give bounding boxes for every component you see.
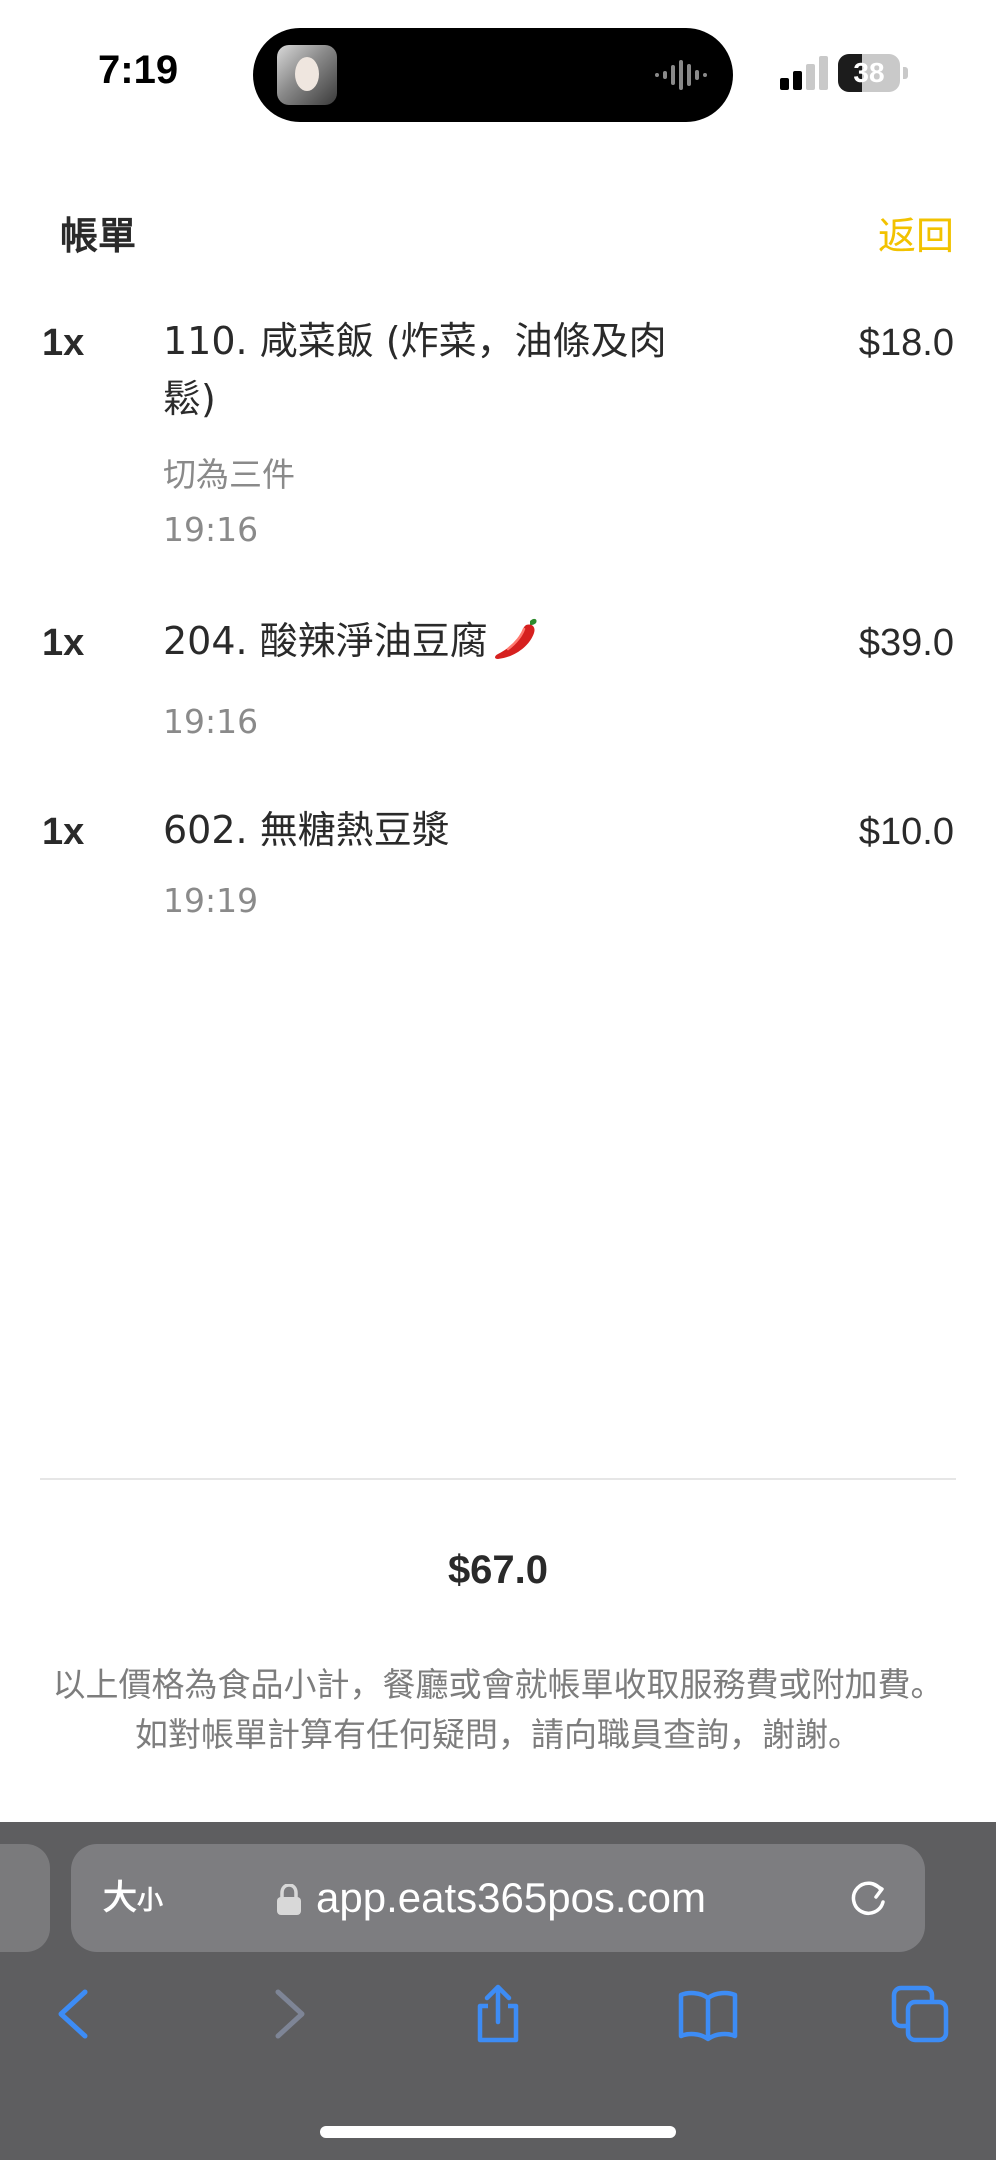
item-quantity: 1x [42, 811, 85, 853]
text-size-button[interactable]: 大小 [103, 1844, 163, 1952]
chevron-left-icon[interactable] [45, 1984, 105, 2044]
text-size-small-label: 小 [137, 1886, 164, 1916]
item-time: 19:16 [163, 702, 259, 741]
item-time: 19:19 [163, 881, 259, 920]
divider [40, 1478, 956, 1480]
battery-level: 38 [853, 57, 885, 88]
status-bar: 7:19 38 [0, 0, 996, 150]
item-price: $18.0 [858, 322, 954, 364]
text-size-large-label: 大 [103, 1878, 137, 1918]
share-icon[interactable] [468, 1984, 528, 2044]
previous-tab-preview[interactable] [0, 1844, 50, 1952]
chili-pepper-icon [494, 618, 537, 659]
dynamic-island[interactable] [253, 28, 733, 122]
home-indicator[interactable] [320, 2126, 676, 2138]
page-title: 帳單 [60, 214, 137, 258]
tabs-icon[interactable] [890, 1984, 950, 2044]
total-amount: $67.0 [447, 1548, 549, 1592]
battery-icon: 38 [838, 54, 910, 92]
book-icon[interactable] [678, 1984, 738, 2044]
back-button[interactable]: 返回 [878, 205, 954, 260]
url-text[interactable]: app.eats365pos.com [316, 1844, 706, 1952]
audio-waveform-icon [655, 60, 707, 90]
now-playing-artwork [277, 45, 337, 105]
item-quantity: 1x [42, 622, 85, 664]
chevron-right-icon[interactable] [258, 1984, 318, 2044]
item-name: 602. 無糖熱豆漿 [163, 808, 450, 852]
browser-toolbar: 大小 app.eats365pos.com [0, 1822, 996, 2160]
lock-icon [277, 1884, 301, 1915]
item-quantity: 1x [42, 322, 85, 364]
status-time: 7:19 [98, 48, 179, 92]
item-time: 19:16 [163, 510, 259, 549]
item-price: $10.0 [858, 811, 954, 853]
reload-icon[interactable] [847, 1876, 891, 1920]
disclaimer-text: 以上價格為食品小計，餐廳或會就帳單收取服務費或附加費。如對帳單計算有任何疑問，請… [52, 1665, 944, 1754]
item-name: 204. 酸辣淨油豆腐 [163, 619, 488, 663]
item-name-row: 204. 酸辣淨油豆腐 [163, 612, 703, 670]
item-note: 切為三件 [163, 455, 295, 494]
cellular-signal-icon [780, 56, 828, 90]
item-name: 110. 咸菜飯 (炸菜，油條及肉鬆) [163, 319, 667, 421]
address-bar[interactable]: 大小 app.eats365pos.com [71, 1844, 925, 1952]
item-price: $39.0 [858, 622, 954, 664]
